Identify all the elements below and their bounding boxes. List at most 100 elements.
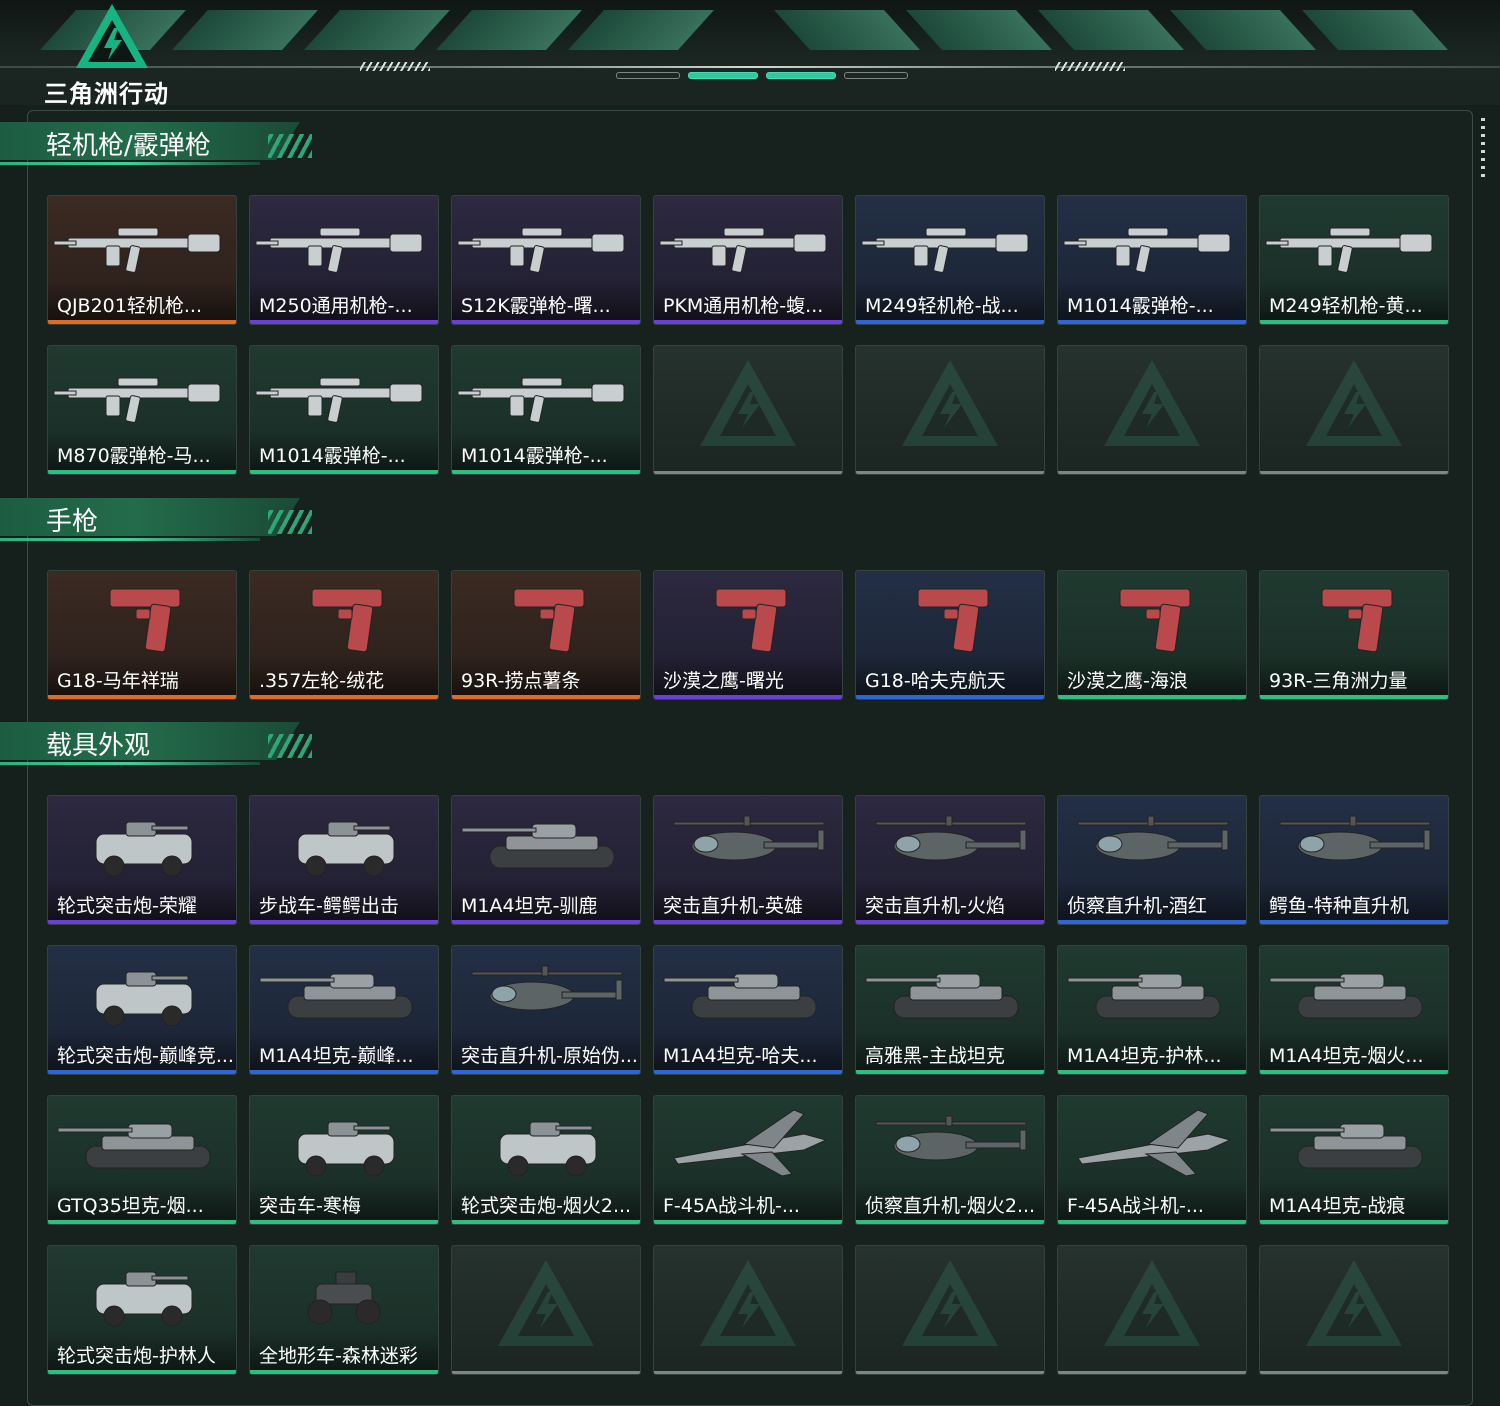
- slot-bar: [1260, 471, 1448, 474]
- item-card[interactable]: 步战车-鳄鳄出击: [249, 795, 439, 925]
- rarity-bar: [452, 1070, 640, 1074]
- item-card[interactable]: M1014霰弹枪-...: [451, 345, 641, 475]
- item-card[interactable]: F-45A战斗机-...: [653, 1095, 843, 1225]
- item-card[interactable]: GTQ35坦克-烟...: [47, 1095, 237, 1225]
- vehicle-icon: [48, 1250, 236, 1336]
- item-card[interactable]: 突击直升机-原始伪...: [451, 945, 641, 1075]
- tank-icon: [48, 1100, 236, 1186]
- item-card[interactable]: M870霰弹枪-马...: [47, 345, 237, 475]
- item-grid-vehicle-skins: 轮式突击炮-荣耀 步战车-鳄鳄出击 M1A4坦克-驯鹿 突击直升机-英雄 突击直升机-火…: [47, 795, 1449, 1375]
- item-grid-pistol: G18-马年祥瑞 .357左轮-绒花 93R-捞点薯条 沙漠之鹰-曙光 G18-哈夫克航…: [47, 570, 1449, 700]
- item-label: 93R-捞点薯条: [461, 670, 581, 692]
- item-card[interactable]: 侦察直升机-酒红: [1057, 795, 1247, 925]
- item-card[interactable]: M1A4坦克-驯鹿: [451, 795, 641, 925]
- item-card[interactable]: 轮式突击炮-护林人: [47, 1245, 237, 1375]
- item-card[interactable]: 侦察直升机-烟火2...: [855, 1095, 1045, 1225]
- vehicle-icon: [48, 950, 236, 1036]
- item-card[interactable]: M1A4坦克-战痕: [1259, 1095, 1449, 1225]
- item-label: M1014霰弹枪-...: [1067, 295, 1214, 317]
- item-label: M249轻机枪-战...: [865, 295, 1019, 317]
- slot-bar: [856, 1371, 1044, 1374]
- item-card[interactable]: 轮式突击炮-荣耀: [47, 795, 237, 925]
- item-card[interactable]: M1A4坦克-巅峰...: [249, 945, 439, 1075]
- helicopter-icon: [856, 800, 1044, 886]
- rarity-bar: [1260, 320, 1448, 324]
- empty-slot: [451, 1245, 641, 1375]
- tank-icon: [1260, 1100, 1448, 1186]
- item-label: 高雅黑-主战坦克: [865, 1045, 1005, 1067]
- section-header-pistol: 手枪: [0, 498, 330, 550]
- rifle-icon: [250, 200, 438, 286]
- item-card[interactable]: M1014霰弹枪-...: [249, 345, 439, 475]
- item-card[interactable]: G18-哈夫克航天: [855, 570, 1045, 700]
- item-card[interactable]: 轮式突击炮-烟火2...: [451, 1095, 641, 1225]
- rarity-bar: [452, 470, 640, 474]
- vehicle-icon: [452, 1100, 640, 1186]
- triangle-logo-icon: [76, 4, 148, 68]
- section-title: 手枪: [46, 507, 99, 537]
- slot-bar: [654, 471, 842, 474]
- rarity-bar: [654, 320, 842, 324]
- item-card[interactable]: 93R-捞点薯条: [451, 570, 641, 700]
- empty-slot: [1057, 1245, 1247, 1375]
- item-card[interactable]: M1A4坦克-烟火...: [1259, 945, 1449, 1075]
- item-card[interactable]: M250通用机枪-...: [249, 195, 439, 325]
- rarity-bar: [1058, 920, 1246, 924]
- item-card[interactable]: S12K霰弹枪-曙...: [451, 195, 641, 325]
- rarity-bar: [1058, 320, 1246, 324]
- pistol-icon: [452, 575, 640, 661]
- item-label: M1A4坦克-战痕: [1269, 1195, 1406, 1217]
- atv-icon: [250, 1250, 438, 1336]
- rarity-bar: [48, 470, 236, 474]
- page-indicator: [616, 72, 908, 79]
- item-card[interactable]: 突击直升机-英雄: [653, 795, 843, 925]
- item-card[interactable]: M249轻机枪-黄...: [1259, 195, 1449, 325]
- empty-slot: [1259, 1245, 1449, 1375]
- item-label: 侦察直升机-酒红: [1067, 895, 1207, 917]
- item-label: G18-马年祥瑞: [57, 670, 179, 692]
- item-card[interactable]: PKM通用机枪-蝮...: [653, 195, 843, 325]
- item-card[interactable]: 93R-三角洲力量: [1259, 570, 1449, 700]
- triangle-watermark-icon: [902, 360, 998, 446]
- triangle-watermark-icon: [700, 1260, 796, 1346]
- item-label: 轮式突击炮-护林人: [57, 1345, 216, 1367]
- item-card[interactable]: M1A4坦克-哈夫...: [653, 945, 843, 1075]
- tank-icon: [1058, 950, 1246, 1036]
- slot-bar: [1058, 1371, 1246, 1374]
- item-card[interactable]: F-45A战斗机-...: [1057, 1095, 1247, 1225]
- game-logo: 三角洲行动: [44, 2, 184, 108]
- rarity-bar: [452, 695, 640, 699]
- item-card[interactable]: M249轻机枪-战...: [855, 195, 1045, 325]
- item-card[interactable]: 轮式突击炮-巅峰竞...: [47, 945, 237, 1075]
- logo-text: 三角洲行动: [44, 80, 169, 108]
- empty-slot: [855, 345, 1045, 475]
- rarity-bar: [48, 1220, 236, 1224]
- item-card[interactable]: 沙漠之鹰-曙光: [653, 570, 843, 700]
- item-label: 侦察直升机-烟火2...: [865, 1195, 1036, 1217]
- item-card[interactable]: 鳄鱼-特种直升机: [1259, 795, 1449, 925]
- rarity-bar: [250, 920, 438, 924]
- triangle-watermark-icon: [1306, 1260, 1402, 1346]
- item-card[interactable]: 全地形车-森林迷彩: [249, 1245, 439, 1375]
- rarity-bar: [250, 695, 438, 699]
- item-card[interactable]: 高雅黑-主战坦克: [855, 945, 1045, 1075]
- item-label: 突击直升机-原始伪...: [461, 1045, 636, 1067]
- item-card[interactable]: QJB201轻机枪...: [47, 195, 237, 325]
- item-card[interactable]: M1A4坦克-护林...: [1057, 945, 1247, 1075]
- scrollbar[interactable]: [1481, 118, 1485, 178]
- triangle-watermark-icon: [1306, 360, 1402, 446]
- item-label: 轮式突击炮-巅峰竞...: [57, 1045, 232, 1067]
- rarity-bar: [856, 320, 1044, 324]
- rarity-bar: [452, 920, 640, 924]
- header-decor-right: [773, 10, 1449, 52]
- helicopter-icon: [1260, 800, 1448, 886]
- item-card[interactable]: 突击车-寒梅: [249, 1095, 439, 1225]
- rarity-bar: [250, 470, 438, 474]
- item-card[interactable]: .357左轮-绒花: [249, 570, 439, 700]
- item-card[interactable]: 突击直升机-火焰: [855, 795, 1045, 925]
- empty-slot: [653, 1245, 843, 1375]
- vehicle-icon: [48, 800, 236, 886]
- item-card[interactable]: G18-马年祥瑞: [47, 570, 237, 700]
- item-card[interactable]: 沙漠之鹰-海浪: [1057, 570, 1247, 700]
- item-card[interactable]: M1014霰弹枪-...: [1057, 195, 1247, 325]
